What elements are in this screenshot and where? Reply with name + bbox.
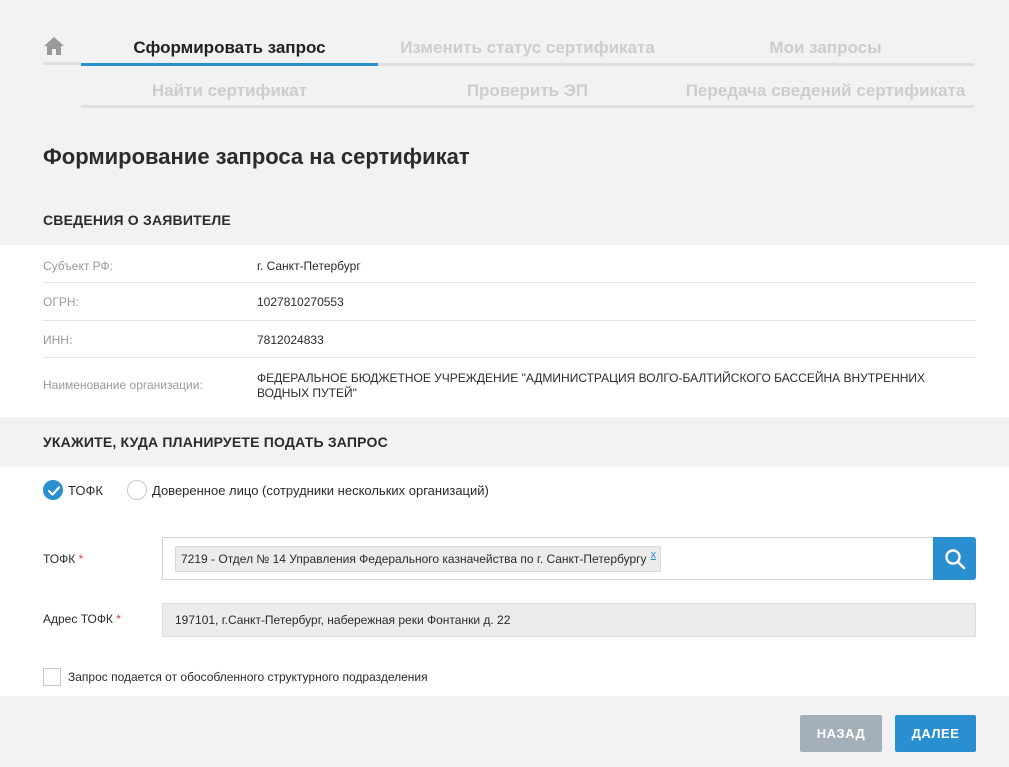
applicant-info-panel: Субъект РФ: г. Санкт-Петербург ОГРН: 102… [0,245,1009,417]
home-tab-underline [43,62,81,65]
info-label: ИНН: [43,333,73,347]
tofk-selected-chip: 7219 - Отдел № 14 Управления Федеральног… [175,546,662,572]
applicant-section-heading: СВЕДЕНИЯ О ЗАЯВИТЕЛЕ [43,212,231,228]
search-button[interactable] [933,537,976,580]
tab-create-request[interactable]: Сформировать запрос [81,37,378,66]
info-row-subject: Субъект РФ: г. Санкт-Петербург [43,245,976,283]
tofk-label: ТОФК * [43,552,83,566]
tab-certificate-transfer[interactable]: Передача сведений сертификата [677,80,974,108]
tab-label: Проверить ЭП [466,81,589,100]
home-icon[interactable] [43,36,65,56]
info-label: Наименование организации: [43,378,203,392]
info-label: ОГРН: [43,295,79,309]
radio-label: Доверенное лицо (сотрудники нескольких о… [152,482,489,498]
tab-underline [81,105,378,108]
tab-change-certificate-status[interactable]: Изменить статус сертификата [378,37,677,66]
radio-trusted-person[interactable]: Доверенное лицо (сотрудники нескольких о… [127,480,489,500]
required-mark: * [78,552,84,566]
tab-label: Найти сертификат [151,81,308,100]
tab-verify-signature[interactable]: Проверить ЭП [378,80,677,108]
nav-tabs: Сформировать запрос Изменить статус серт… [0,0,1009,120]
tofk-select-input[interactable]: 7219 - Отдел № 14 Управления Федеральног… [162,537,934,580]
info-row-organization: Наименование организации: ФЕДЕРАЛЬНОЕ БЮ… [43,358,976,417]
address-label-text: Адрес ТОФК [43,612,113,626]
info-value: ФЕДЕРАЛЬНОЕ БЮДЖЕТНОЕ УЧРЕЖДЕНИЕ "АДМИНИ… [257,371,926,400]
tab-label: Сформировать запрос [133,38,326,57]
tab-label: Изменить статус сертификата [400,38,655,57]
info-row-ogrn: ОГРН: 1027810270553 [43,283,976,321]
required-mark: * [116,612,121,626]
radio-tofk[interactable]: ТОФК [43,480,103,500]
tab-underline [81,63,378,66]
tab-find-certificate[interactable]: Найти сертификат [81,80,378,108]
search-icon [944,548,965,569]
destination-section-heading: УКАЖИТЕ, КУДА ПЛАНИРУЕТЕ ПОДАТЬ ЗАПРОС [43,434,388,450]
info-value: 7812024833 [257,333,324,347]
info-value: г. Санкт-Петербург [257,259,361,273]
tab-underline [677,105,974,108]
page-title: Формирование запроса на сертификат [43,144,470,169]
tab-label: Мои запросы [769,38,882,57]
destination-panel: ТОФК Доверенное лицо (сотрудники несколь… [0,467,1009,696]
info-label: Субъект РФ: [43,259,113,273]
tab-underline [378,63,677,66]
radio-label: ТОФК [68,482,103,498]
separate-unit-label: Запрос подается от обособленного структу… [68,670,428,684]
separate-unit-checkbox[interactable] [43,668,61,686]
tab-underline [378,105,677,108]
info-value: 1027810270553 [257,295,344,309]
address-label: Адрес ТОФК * [43,612,121,626]
tab-underline [677,63,974,66]
info-row-inn: ИНН: 7812024833 [43,321,976,358]
radio-circle [127,480,147,500]
chip-remove-icon[interactable]: x [651,549,657,561]
tofk-label-text: ТОФК [43,552,76,566]
back-button[interactable]: НАЗАД [800,715,882,752]
check-icon [43,480,63,500]
chip-text: 7219 - Отдел № 14 Управления Федеральног… [181,552,647,566]
tab-my-requests[interactable]: Мои запросы [677,37,974,66]
tab-label: Передача сведений сертификата [685,81,966,100]
next-button[interactable]: ДАЛЕЕ [895,715,976,752]
address-field[interactable]: 197101, г.Санкт-Петербург, набережная ре… [162,603,976,637]
